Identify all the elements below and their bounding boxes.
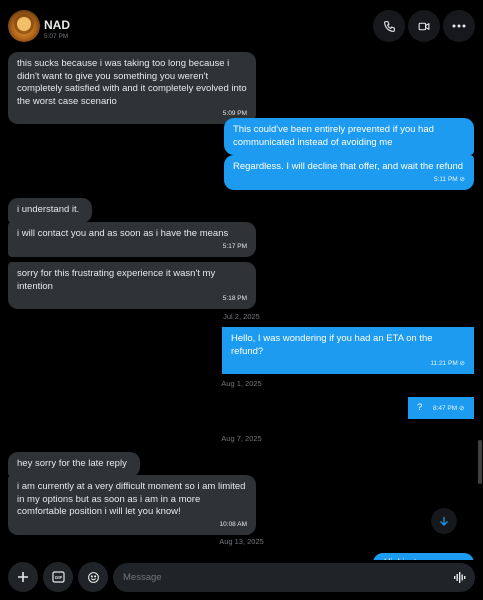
date-separator: Aug 7, 2025 [221, 434, 262, 443]
message-time: 10:08 AM [219, 520, 247, 528]
message-time: 8:47 PM ⊘ [432, 405, 465, 412]
date-separator: Aug 13, 2025 [219, 537, 264, 546]
message-text: This could've been entirely prevented if… [233, 124, 434, 148]
gif-icon: GIF [51, 571, 65, 583]
message-time: 5:11 PM ⊘ [434, 175, 465, 183]
message-outgoing[interactable]: This could've been entirely prevented if… [224, 118, 474, 155]
arrow-down-icon [440, 517, 448, 526]
more-icon [452, 24, 466, 28]
conversation-header: NAD 5:07 PM [0, 0, 483, 50]
message-text: Regardless. I will decline that offer, a… [233, 161, 464, 172]
emoji-button[interactable] [78, 562, 108, 592]
message-time: 5:17 PM [222, 242, 247, 250]
message-outgoing[interactable]: Regardless. I will decline that offer, a… [224, 155, 474, 190]
contact-name[interactable]: NAD [44, 18, 70, 32]
message-text: sorry for this frustrating experience it… [17, 268, 216, 292]
message-text: i will contact you and as soon as i have… [17, 228, 229, 239]
message-incoming[interactable]: i am currently at a very difficult momen… [8, 475, 256, 535]
message-text: ? [417, 402, 423, 413]
message-time: 11:21 PM ⊘ [430, 360, 465, 367]
emoji-icon [87, 571, 99, 583]
message-text: i understand it. [17, 204, 80, 215]
message-text: this sucks because i was taking too long… [17, 58, 247, 107]
scrollbar[interactable] [478, 440, 482, 484]
message-outgoing[interactable]: ? 8:47 PM ⊘ [408, 397, 474, 419]
message-incoming[interactable]: sorry for this frustrating experience it… [8, 262, 256, 309]
contact-status: 5:07 PM [44, 33, 69, 40]
more-options-button[interactable] [443, 10, 475, 42]
date-separator: Aug 1, 2025 [221, 379, 262, 388]
message-time: 5:09 PM [222, 110, 247, 117]
gif-button[interactable]: GIF [43, 562, 73, 592]
message-time: 5:18 PM [222, 295, 247, 302]
phone-icon [383, 20, 395, 32]
message-text: hey sorry for the late reply [17, 458, 127, 469]
call-button[interactable] [373, 10, 405, 42]
message-incoming[interactable]: hey sorry for the late reply [8, 452, 140, 477]
plus-icon [18, 572, 28, 582]
voice-icon[interactable] [454, 572, 466, 583]
message-text: Hello, I was wondering if you had an ETA… [231, 333, 433, 357]
add-attachment-button[interactable] [8, 562, 38, 592]
svg-text:GIF: GIF [54, 575, 62, 580]
message-composer: GIF [0, 560, 483, 600]
video-icon [418, 22, 430, 30]
message-input-container[interactable] [113, 563, 475, 592]
message-incoming[interactable]: i understand it. [8, 198, 92, 223]
message-input[interactable] [123, 570, 423, 585]
date-separator: Jul 2, 2025 [223, 312, 260, 321]
video-call-button[interactable] [408, 10, 440, 42]
avatar[interactable] [8, 10, 40, 42]
scroll-to-bottom-button[interactable] [431, 508, 457, 534]
message-incoming[interactable]: this sucks because i was taking too long… [8, 52, 256, 124]
message-outgoing[interactable]: Hello, I was wondering if you had an ETA… [222, 327, 474, 374]
message-text: i am currently at a very difficult momen… [17, 481, 246, 517]
message-incoming[interactable]: i will contact you and as soon as i have… [8, 222, 256, 257]
